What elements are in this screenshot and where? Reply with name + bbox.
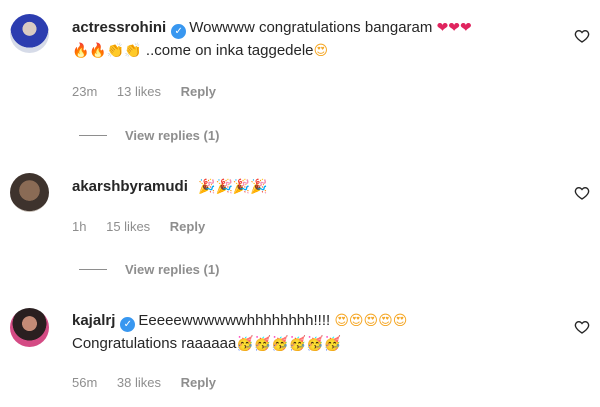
comment-text: Eeeeewwwwwwhhhhhhhh!!!! — [138, 312, 331, 329]
comment-text-line1: akarshbyramudi 🎉🎉🎉🎉 — [72, 176, 268, 198]
heart-outline-icon[interactable] — [574, 319, 590, 335]
avatar[interactable] — [10, 173, 49, 212]
heart-emoji: ❤❤❤ — [436, 20, 472, 36]
comment-time: 23m — [72, 84, 98, 99]
verified-badge-icon: ✓ — [120, 317, 136, 332]
verified-badge-icon: ✓ — [171, 24, 187, 39]
heart-outline-icon[interactable] — [574, 185, 590, 201]
reply-button[interactable]: Reply — [181, 375, 216, 390]
comment-text-line2: 🔥🔥👏👏 ..come on inka taggedele😍 — [72, 40, 328, 62]
view-replies-label: View replies (1) — [125, 128, 220, 143]
avatar[interactable] — [10, 308, 49, 347]
replies-divider — [79, 135, 107, 136]
heart-outline-icon[interactable] — [574, 28, 590, 44]
reply-button[interactable]: Reply — [170, 219, 205, 234]
comment-text-cont: Congratulations raaaaaa — [72, 335, 237, 352]
comment-meta: 56m 38 likes Reply — [72, 375, 232, 390]
username[interactable]: akarshbyramudi — [72, 178, 188, 195]
like-count[interactable]: 13 likes — [117, 84, 161, 99]
comment-text-cont: ..come on inka taggedele — [141, 42, 314, 59]
view-replies-button[interactable]: View replies (1) — [79, 262, 219, 278]
party-popper-emoji: 🎉🎉🎉🎉 — [198, 179, 268, 195]
view-replies-label: View replies (1) — [125, 262, 220, 277]
username[interactable]: actressrohini — [72, 19, 166, 36]
heart-eyes-emoji: 😍 — [313, 43, 329, 59]
comment-text-line1: kajalrj ✓ Eeeeewwwwwwhhhhhhhh!!!! 😍😍😍😍😍 — [72, 310, 407, 332]
replies-divider — [79, 269, 107, 270]
comment-text-line2: Congratulations raaaaaa🥳🥳🥳🥳🥳🥳 — [72, 333, 341, 355]
username[interactable]: kajalrj — [72, 312, 115, 329]
view-replies-button[interactable]: View replies (1) — [79, 128, 219, 144]
comment-meta: 23m 13 likes Reply — [72, 84, 232, 99]
comment-meta: 1h 15 likes Reply — [72, 219, 221, 234]
like-count[interactable]: 15 likes — [106, 219, 150, 234]
reply-button[interactable]: Reply — [181, 84, 216, 99]
comment-text: Wowwww congratulations bangaram — [189, 19, 433, 36]
comment-text-line1: actressrohini ✓ Wowwww congratulations ban… — [72, 17, 472, 39]
comment-time: 1h — [72, 219, 87, 234]
fire-clap-emoji: 🔥🔥👏👏 — [72, 43, 142, 59]
avatar[interactable] — [10, 14, 49, 53]
heart-eyes-emoji: 😍😍😍😍😍 — [334, 313, 408, 329]
comment-time: 56m — [72, 375, 98, 390]
partying-face-emoji: 🥳🥳🥳🥳🥳🥳 — [236, 336, 341, 352]
like-count[interactable]: 38 likes — [117, 375, 161, 390]
